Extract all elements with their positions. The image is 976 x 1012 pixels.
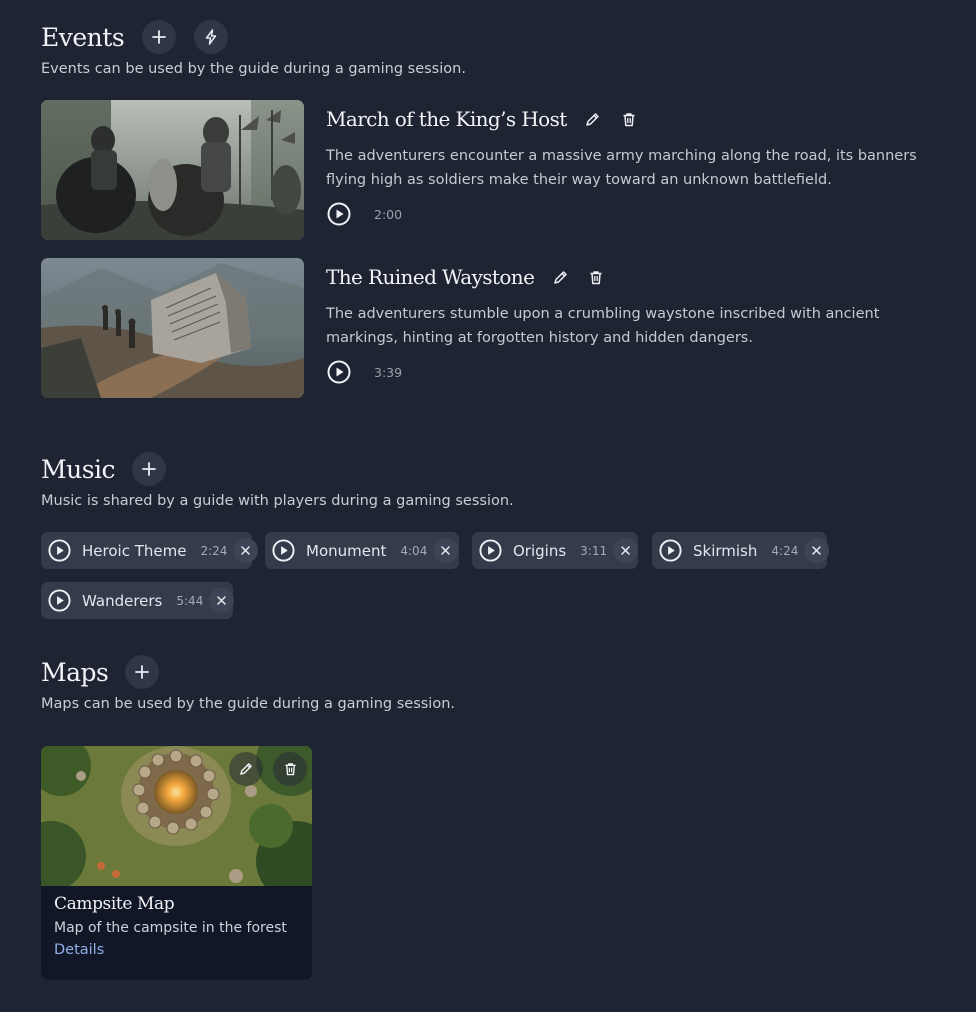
track-name: Heroic Theme: [82, 541, 187, 560]
pencil-icon: [586, 112, 599, 126]
trash-icon: [623, 112, 635, 126]
edit-map-button[interactable]: [229, 752, 263, 786]
event-description: The adventurers encounter a massive army…: [326, 148, 917, 188]
map-card[interactable]: Campsite Map Map of the campsite in the …: [41, 746, 312, 980]
close-icon: [621, 546, 630, 555]
music-track-chip[interactable]: Origins 3:11: [472, 532, 639, 569]
map-title: Campsite Map: [54, 894, 175, 914]
delete-map-button[interactable]: [273, 752, 307, 786]
play-icon[interactable]: [658, 538, 683, 563]
close-icon: [812, 546, 822, 555]
page: Events Events can be used by the guide d…: [0, 0, 976, 1012]
music-track-chip[interactable]: Heroic Theme 2:24: [41, 532, 259, 569]
delete-event-button[interactable]: [582, 263, 610, 291]
edit-event-button[interactable]: [579, 105, 607, 133]
pencil-icon: [240, 763, 252, 775]
maps-section: Maps Maps can be used by the guide durin…: [41, 655, 455, 712]
map-description: Map of the campsite in the forest: [54, 920, 287, 936]
event-description: The adventurers stumble upon a crumbling…: [326, 306, 880, 346]
track-duration: 4:04: [400, 543, 428, 558]
pencil-icon: [554, 270, 567, 284]
trash-icon: [590, 270, 602, 284]
add-event-button[interactable]: [142, 20, 177, 54]
event-image-waystone[interactable]: [41, 258, 304, 398]
quick-event-button[interactable]: [194, 20, 229, 54]
map-details-link[interactable]: Details: [54, 942, 104, 958]
remove-track-button[interactable]: [209, 588, 235, 613]
track-name: Origins: [513, 541, 567, 560]
track-duration: 4:24: [771, 543, 799, 558]
add-music-button[interactable]: [132, 452, 167, 486]
play-icon[interactable]: [478, 538, 503, 563]
plus-icon: [142, 462, 156, 476]
lightning-icon: [205, 29, 217, 45]
play-event-button[interactable]: [326, 201, 352, 227]
events-header: Events: [41, 20, 466, 54]
track-name: Wanderers: [82, 591, 163, 610]
music-track-chip[interactable]: Skirmish 4:24: [652, 532, 830, 569]
play-event-button[interactable]: [326, 359, 352, 385]
music-section: Music Music is shared by a guide with pl…: [41, 452, 514, 509]
event-card: The Ruined Waystone The adventurers stum…: [41, 258, 926, 398]
add-map-button[interactable]: [125, 655, 160, 689]
close-icon: [441, 546, 451, 555]
remove-track-button[interactable]: [804, 538, 830, 563]
map-image[interactable]: [41, 746, 312, 901]
track-duration: 3:11: [580, 543, 608, 558]
track-name: Skirmish: [693, 541, 758, 560]
event-title: The Ruined Waystone: [326, 265, 535, 289]
play-icon[interactable]: [271, 538, 296, 563]
maps-title: Maps: [41, 657, 109, 687]
remove-track-button[interactable]: [233, 538, 259, 563]
event-card: March of the King’s Host The adventurers…: [41, 100, 926, 240]
events-description: Events can be used by the guide during a…: [41, 61, 466, 77]
music-title: Music: [41, 454, 116, 484]
event-duration: 3:39: [374, 364, 403, 380]
track-duration: 2:24: [200, 543, 228, 558]
music-header: Music: [41, 452, 514, 486]
remove-track-button[interactable]: [613, 538, 639, 563]
events-title: Events: [41, 22, 125, 52]
events-section: Events Events can be used by the guide d…: [41, 20, 466, 77]
track-duration: 5:44: [176, 593, 204, 608]
track-name: Monument: [306, 541, 387, 560]
close-icon: [241, 546, 251, 555]
music-description: Music is shared by a guide with players …: [41, 493, 514, 509]
music-track-chip[interactable]: Monument 4:04: [265, 532, 459, 569]
play-icon[interactable]: [47, 538, 72, 563]
maps-description: Maps can be used by the guide during a g…: [41, 696, 456, 712]
maps-header: Maps: [41, 655, 455, 689]
delete-event-button[interactable]: [615, 105, 643, 133]
event-duration: 2:00: [374, 206, 403, 222]
event-title: March of the King’s Host: [326, 107, 567, 131]
trash-icon: [284, 763, 296, 776]
close-icon: [217, 596, 227, 605]
remove-track-button[interactable]: [433, 538, 459, 563]
edit-event-button[interactable]: [546, 263, 574, 291]
play-icon[interactable]: [47, 588, 72, 613]
event-image-army[interactable]: [41, 100, 304, 240]
plus-icon: [152, 30, 167, 44]
plus-icon: [135, 665, 150, 679]
music-track-chip[interactable]: Wanderers 5:44: [41, 582, 235, 619]
